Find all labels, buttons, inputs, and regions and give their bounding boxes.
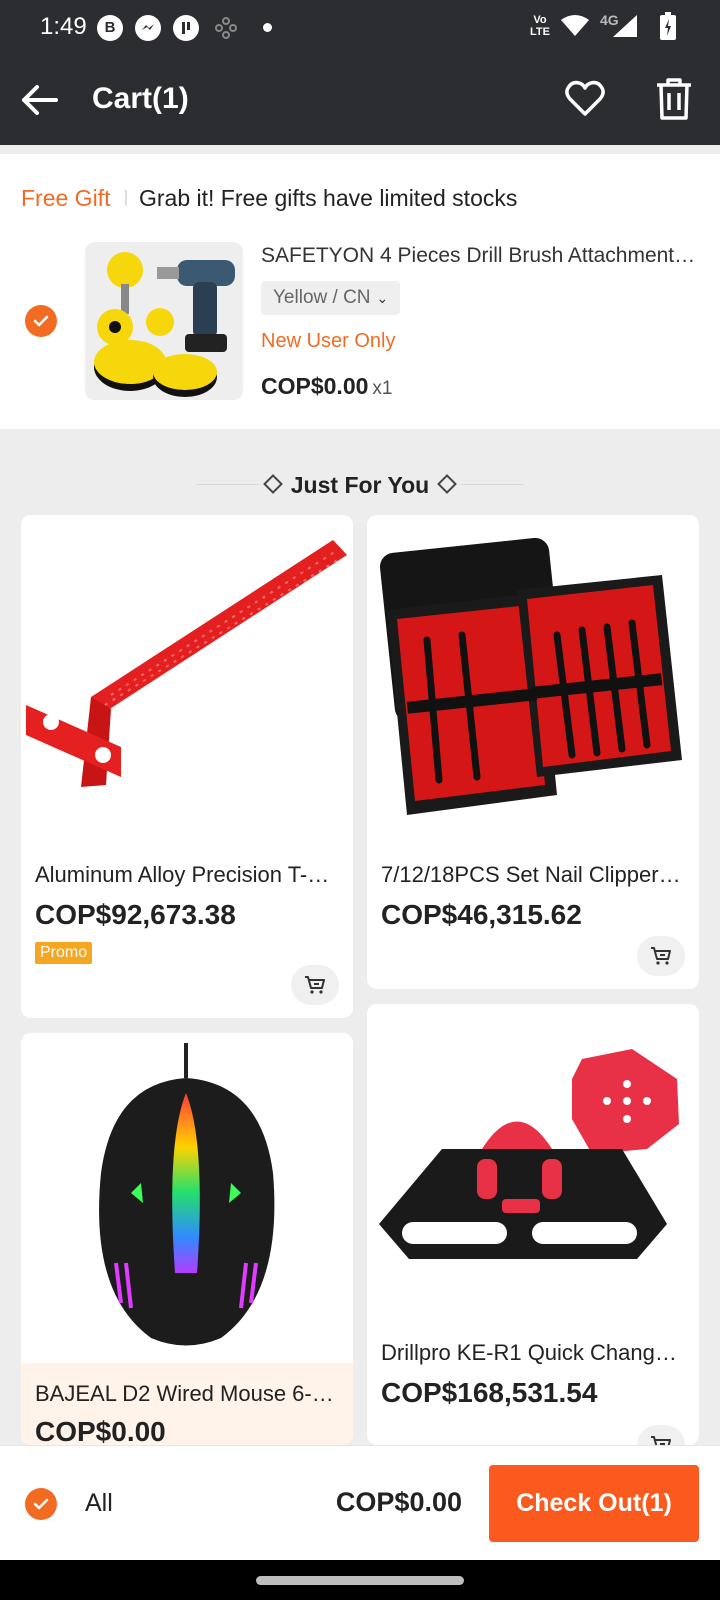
product-card[interactable]: Drillpro KE-R1 Quick Change Tool COP$168… (367, 1004, 699, 1445)
free-gift-message: Grab it! Free gifts have limited stocks (139, 185, 518, 211)
page-title: Cart(1) (92, 82, 189, 115)
product-price: COP$0.00 (35, 1416, 166, 1445)
heart-icon[interactable] (564, 78, 606, 120)
notification-dot (263, 23, 272, 32)
checkout-bar: All COP$0.00 Check Out(1) (0, 1445, 720, 1560)
product-image[interactable] (367, 1004, 699, 1334)
gift-checkbox[interactable] (25, 305, 57, 337)
home-gesture-handle[interactable] (256, 1576, 464, 1585)
product-price: COP$168,531.54 (381, 1377, 598, 1408)
b-icon: B (97, 15, 123, 41)
product-name[interactable]: Aluminum Alloy Precision T-Ruler (35, 862, 335, 888)
section-title: Just For You (290, 472, 430, 498)
cart-icon (305, 976, 325, 994)
gift-product-name[interactable]: SAFETYON 4 Pieces Drill Brush Attachment… (261, 244, 697, 268)
trash-icon[interactable] (654, 76, 694, 122)
messenger-icon (135, 15, 161, 41)
status-bar: 1:49 B Vo LTE 4G (0, 0, 720, 56)
divider (462, 484, 524, 485)
cart-icon (651, 1436, 671, 1445)
variant-label: Yellow / CN (273, 287, 371, 308)
free-gift-section: Free Gift Grab it! Free gifts have limit… (0, 154, 720, 429)
back-arrow-icon[interactable] (18, 78, 62, 122)
product-card[interactable]: 7/12/18PCS Set Nail Clipper Kit COP$46,3… (367, 515, 699, 989)
product-image[interactable] (21, 515, 353, 845)
battery-icon (660, 12, 676, 45)
select-all-label[interactable]: All (85, 1489, 113, 1518)
app-bar: 1:49 B Vo LTE 4G Cart(1) (0, 0, 720, 145)
product-card[interactable]: BAJEAL D2 Wired Mouse 6-Button COP$0.00 (21, 1033, 353, 1445)
product-image[interactable] (367, 515, 699, 845)
app-icon (173, 15, 199, 41)
gift-price: COP$0.00 x1 (261, 373, 392, 400)
product-name[interactable]: Drillpro KE-R1 Quick Change Tool (381, 1340, 685, 1366)
variant-selector[interactable]: Yellow / CN ⌄ (261, 281, 401, 315)
status-time: 1:49 (40, 13, 87, 40)
chevron-down-icon: ⌄ (376, 290, 389, 306)
divider (125, 190, 127, 206)
just-for-you-heading: Just For You (0, 468, 720, 502)
system-nav-bar (0, 1560, 720, 1600)
product-card[interactable]: Aluminum Alloy Precision T-Ruler COP$92,… (21, 515, 353, 1018)
product-price: COP$46,315.62 (381, 899, 582, 930)
select-all-checkbox[interactable] (25, 1488, 57, 1520)
new-user-note: New User Only (261, 330, 396, 352)
add-to-cart-button[interactable] (291, 965, 339, 1005)
cart-header: Cart(1) (0, 56, 720, 145)
puzzle-icon (212, 14, 240, 47)
add-to-cart-button[interactable] (637, 1425, 685, 1445)
product-name[interactable]: BAJEAL D2 Wired Mouse 6-Button (35, 1381, 339, 1407)
product-image[interactable] (21, 1033, 353, 1363)
signal-icon (612, 14, 638, 43)
volte-icon: Vo LTE (530, 14, 550, 38)
product-name[interactable]: 7/12/18PCS Set Nail Clipper Kit (381, 862, 685, 888)
cart-total: COP$0.00 (335, 1487, 462, 1517)
add-to-cart-button[interactable] (637, 936, 685, 976)
product-price: COP$92,673.38 (35, 899, 236, 930)
free-gift-tag: Free Gift (21, 185, 111, 211)
gift-product-image[interactable] (85, 242, 243, 400)
promo-badge: Promo (35, 942, 93, 964)
gift-quantity: x1 (372, 378, 393, 399)
wifi-icon (560, 14, 590, 43)
cart-icon (651, 947, 671, 965)
gift-price-value: COP$0.00 (261, 373, 369, 399)
checkout-button[interactable]: Check Out(1) (489, 1465, 699, 1542)
